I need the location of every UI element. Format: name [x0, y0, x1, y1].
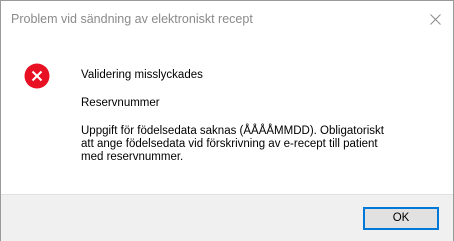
- message-heading: Validering misslyckades: [81, 69, 203, 81]
- button-bar: OK: [1, 194, 453, 241]
- title-bar[interactable]: Problem vid sändning av elektroniskt rec…: [1, 1, 453, 41]
- details-line: Uppgift för födelsedata saknas (ÅÅÅÅMMDD…: [81, 125, 384, 137]
- error-dialog: Problem vid sändning av elektroniskt rec…: [0, 0, 454, 241]
- error-icon: [24, 63, 50, 89]
- message-details: Uppgift för födelsedata saknas (ÅÅÅÅMMDD…: [81, 125, 421, 164]
- ok-button[interactable]: OK: [363, 207, 439, 230]
- window-title: Problem vid sändning av elektroniskt rec…: [11, 12, 253, 26]
- message-subheading: Reservnummer: [81, 97, 160, 109]
- details-line: att ange födelsedata vid förskrivning av…: [81, 138, 378, 150]
- close-button[interactable]: [419, 1, 453, 35]
- message-area: Validering misslyckades Reservnummer Upp…: [1, 41, 453, 194]
- close-icon: [430, 14, 441, 25]
- details-line: med reservnummer.: [81, 151, 184, 163]
